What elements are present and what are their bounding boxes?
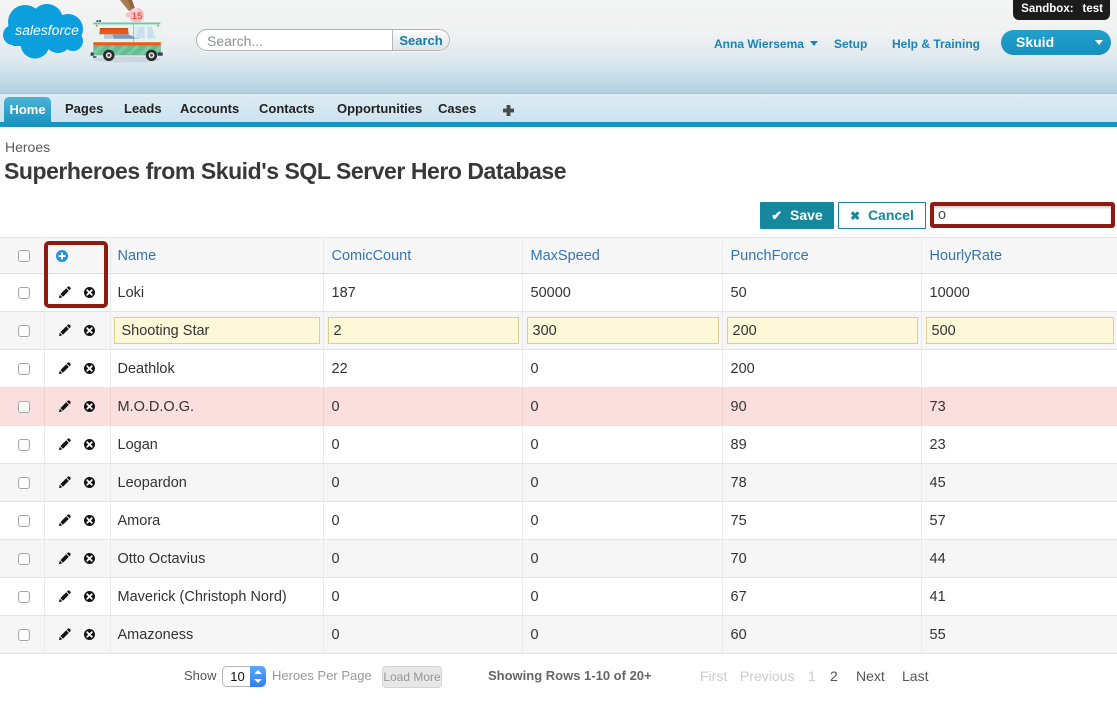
svg-text:15: 15 bbox=[132, 11, 143, 22]
svg-text:salesforce: salesforce bbox=[15, 22, 79, 38]
